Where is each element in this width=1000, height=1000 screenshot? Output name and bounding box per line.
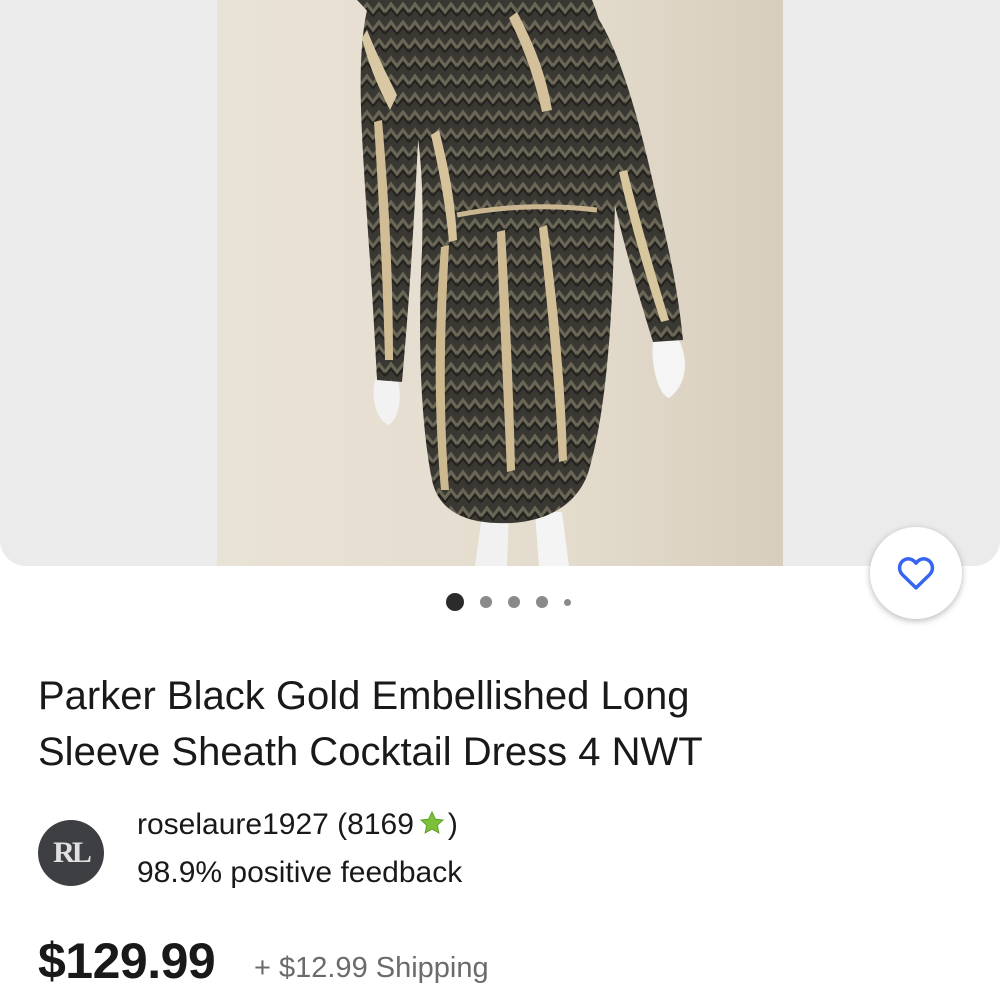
pagination-dot[interactable] [507,596,520,608]
seller-link[interactable]: roselaure1927 (8169) [137,805,458,845]
image-gallery[interactable] [0,0,1000,566]
product-photo[interactable] [217,0,783,566]
pagination-dot[interactable] [535,596,548,608]
pagination-dot-active[interactable] [445,593,464,611]
shipping-cost: + $12.99 Shipping [254,952,489,984]
listing-title: Parker Black Gold Embellished Long Sleev… [38,668,938,780]
listing-title-line-2: Sleeve Sheath Cocktail Dress 4 NWT [38,730,703,774]
green-star-icon [418,809,446,837]
seller-avatar-initials: RL [53,836,92,869]
seller-feedback-percent: 98.9% positive feedback [137,856,463,889]
heart-outline-icon [897,557,935,590]
pagination-dot[interactable] [479,596,492,608]
listing-page: Parker Black Gold Embellished Long Sleev… [0,0,1000,1000]
seller-feedback-score: 8169 [347,808,414,841]
pagination-dot[interactable] [563,598,571,606]
seller-avatar[interactable]: RL [38,820,104,886]
image-pagination [0,592,1000,612]
seller-username: roselaure1927 [137,808,329,841]
item-price: $129.99 [38,933,216,989]
listing-title-line-1: Parker Black Gold Embellished Long [38,674,690,718]
